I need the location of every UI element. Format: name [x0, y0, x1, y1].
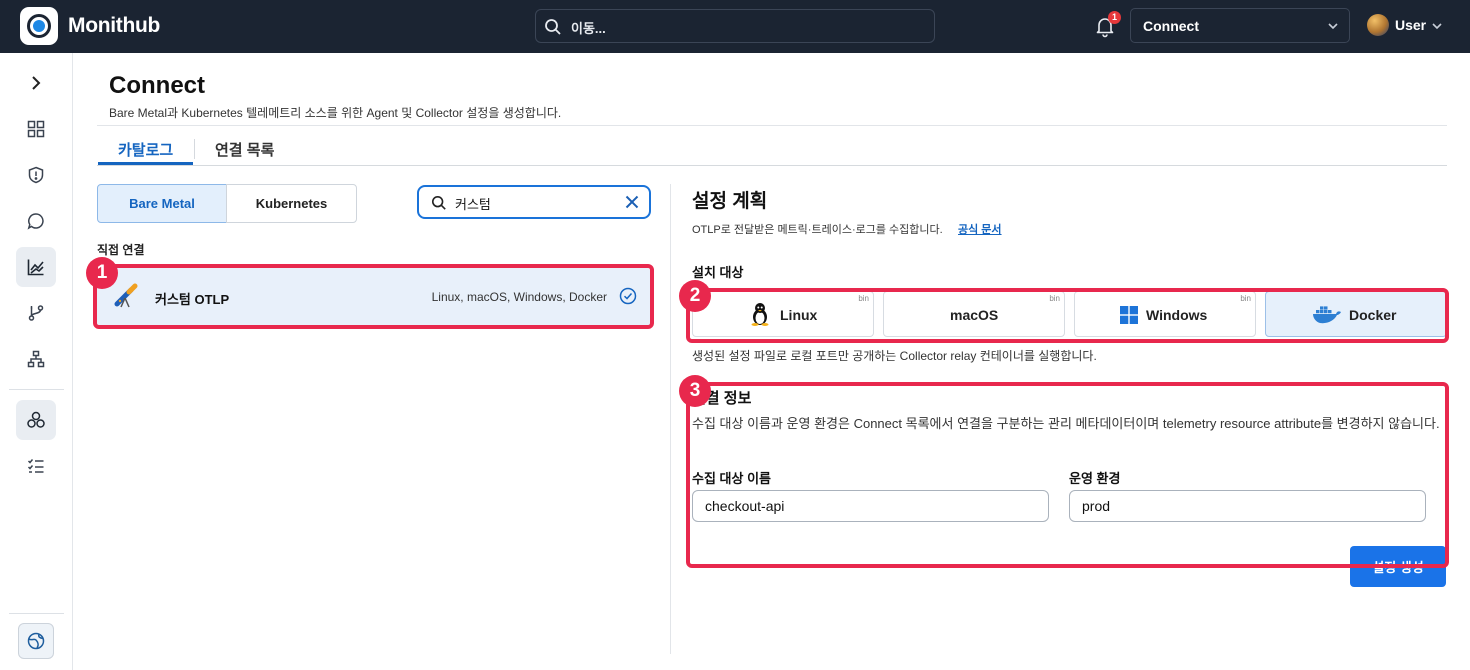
user-menu-label[interactable]: User — [1395, 17, 1426, 33]
hierarchy-icon — [27, 350, 45, 368]
docs-link[interactable]: 공식 문서 — [958, 221, 1002, 237]
sidebar — [0, 53, 73, 670]
search-placeholder: 이동... — [571, 21, 606, 36]
dashboard-icon — [27, 120, 45, 138]
global-search-input[interactable]: 이동... — [535, 9, 935, 43]
highlight-box-catalog-item — [93, 264, 654, 329]
context-select[interactable]: Connect — [1130, 8, 1350, 43]
step-marker-2: 2 — [679, 280, 711, 312]
sidebar-item-topology[interactable] — [16, 339, 56, 379]
page-subtitle: Bare Metal과 Kubernetes 텔레메트리 소스를 위한 Agen… — [109, 106, 562, 120]
plan-description: OTLP로 전달받은 메트릭·트레이스·로그를 수집합니다. — [692, 224, 943, 236]
branch-icon — [28, 305, 44, 321]
sidebar-item-connect[interactable] — [16, 400, 56, 440]
page-title: Connect — [109, 72, 205, 99]
sidebar-item-dashboards[interactable] — [16, 109, 56, 149]
close-icon[interactable] — [625, 195, 639, 209]
sidebar-divider — [9, 389, 64, 390]
globe-icon — [27, 632, 45, 650]
tab-catalog[interactable]: 카탈로그 — [118, 139, 173, 160]
sidebar-workspace-button[interactable] — [18, 623, 54, 659]
sidebar-item-alerts[interactable] — [16, 155, 56, 195]
shield-alert-icon — [28, 166, 44, 184]
segment-kubernetes[interactable]: Kubernetes — [226, 184, 357, 223]
chevron-down-icon — [1328, 23, 1338, 30]
panel-divider — [670, 184, 671, 654]
sidebar-item-metrics[interactable] — [16, 247, 56, 287]
plan-title: 설정 계획 — [692, 191, 768, 212]
avatar[interactable] — [1367, 14, 1389, 36]
chat-icon — [27, 213, 44, 230]
monithub-logo-icon[interactable] — [20, 7, 58, 45]
top-bar: Monithub 이동... 1 Connect User — [0, 0, 1470, 53]
cluster-icon — [27, 411, 45, 428]
notification-badge: 1 — [1108, 11, 1121, 24]
sidebar-item-chat[interactable] — [16, 201, 56, 241]
sidebar-divider — [9, 613, 64, 614]
catalog-search-field — [417, 185, 651, 219]
catalog-search-input[interactable] — [455, 193, 615, 213]
chevron-right-icon — [32, 76, 41, 90]
sidebar-expand-button[interactable] — [16, 63, 56, 103]
search-icon — [545, 19, 561, 35]
segment-bare-metal[interactable]: Bare Metal — [97, 184, 227, 223]
step-marker-3: 3 — [679, 375, 711, 407]
install-target-heading: 설치 대상 — [692, 265, 744, 280]
sidebar-item-tasks[interactable] — [16, 446, 56, 486]
sidebar-item-pipelines[interactable] — [16, 293, 56, 333]
target-note: 생성된 설정 파일로 로컬 포트만 공개하는 Collector relay 컨… — [692, 349, 1097, 363]
group-label-direct: 직접 연결 — [97, 243, 145, 257]
brand-name: Monithub — [68, 14, 161, 37]
checklist-icon — [27, 459, 44, 473]
highlight-box-connection-info — [686, 382, 1449, 568]
chart-icon — [27, 259, 44, 276]
tabs-divider — [97, 165, 1447, 166]
step-marker-1: 1 — [86, 257, 118, 289]
tab-connections[interactable]: 연결 목록 — [215, 139, 274, 160]
highlight-box-install-targets — [686, 288, 1449, 343]
header-divider — [97, 125, 1447, 126]
tab-separator — [194, 139, 195, 159]
context-select-value: Connect — [1143, 18, 1199, 34]
chevron-down-icon[interactable] — [1431, 21, 1443, 31]
search-icon — [431, 195, 446, 210]
